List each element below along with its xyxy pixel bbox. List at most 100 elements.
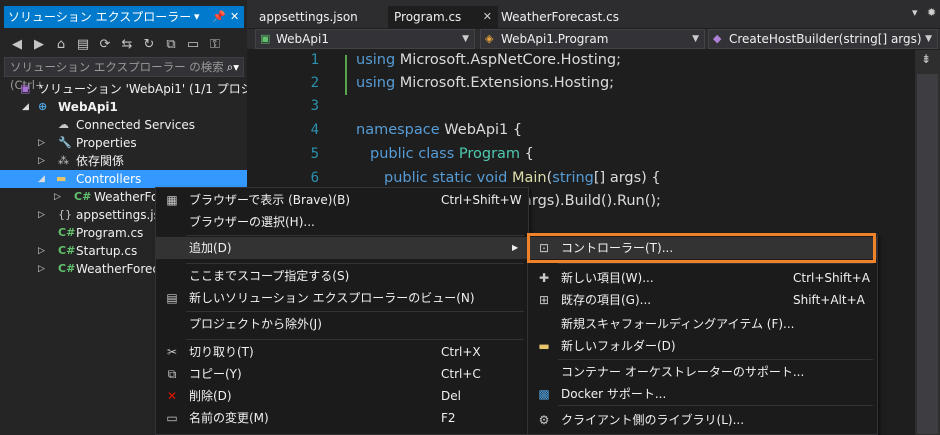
code-line[interactable]: namespace WebApi1 { (356, 122, 522, 138)
tree-item-project[interactable]: ◢ ⊕ WebApi1 (0, 98, 247, 116)
collapsed-arrow-icon[interactable]: ▷ (38, 242, 45, 260)
search-icon[interactable]: ⌕▾ (227, 58, 239, 76)
collapsed-arrow-icon[interactable]: ▷ (38, 152, 45, 170)
show-all-files-icon[interactable]: ▭ (184, 37, 202, 52)
solution-explorer-toolbar: ◀ ▶ ⌂ ▤ ⟳ ⇆ ↻ ⧉ ▭ ⚿ (4, 30, 244, 58)
menu-item-label: コンテナー オーケストレーターのサポート... (561, 365, 805, 379)
home-icon[interactable]: ⌂ (52, 37, 70, 52)
collapse-all-icon[interactable]: ⧉ (162, 37, 180, 52)
menu-separator (186, 311, 524, 312)
sync-icon[interactable]: ⇆ (118, 37, 136, 52)
code-token: public (384, 170, 428, 186)
menu-item[interactable]: ✚ 新しい項目(W)... Ctrl+Shift+A (528, 267, 877, 289)
close-tab-icon[interactable]: ✕ (483, 6, 492, 28)
close-icon[interactable]: ✕ (230, 6, 239, 28)
properties-icon[interactable]: ⚿ (206, 37, 224, 52)
menu-item-label: ブラウザーの選択(H)... (189, 215, 315, 229)
scrollbar-track[interactable] (917, 74, 938, 434)
code-line[interactable]: using Microsoft.Extensions.Hosting; (356, 75, 614, 91)
expanded-arrow-icon[interactable]: ◢ (38, 170, 45, 188)
menu-item[interactable]: ✂ 切り取り(T) Ctrl+X (156, 341, 528, 363)
menu-item[interactable]: ⧉ コピー(Y) Ctrl+C (156, 363, 528, 385)
dropdown-arrow-icon[interactable]: ▾ (194, 6, 200, 28)
menu-item-shortcut: F2 (441, 411, 456, 425)
menu-item[interactable]: 追加(D) ▶ (156, 237, 528, 259)
gear-icon[interactable]: ✹ (927, 6, 936, 19)
code-token: static (432, 170, 473, 186)
member-dropdown[interactable]: ◆ CreateHostBuilder(string[] args) ▼ (708, 29, 938, 49)
menu-item[interactable]: ブラウザーの選択(H)... (156, 211, 528, 233)
code-token: class (418, 146, 455, 162)
menu-item-shortcut: Ctrl+X (441, 345, 481, 359)
code-line[interactable]: args).Build().Run(); (523, 193, 661, 209)
menu-item[interactable]: ▭ 名前の変更(M) F2 (156, 407, 528, 429)
solution-search-input[interactable]: ソリューション エクスプローラー の検索 (Ctrl+ ⌕▾ (4, 57, 244, 92)
menu-item-label: プロジェクトから除外(J) (189, 317, 322, 331)
tab-weatherforecast[interactable]: WeatherForecast.cs (495, 6, 645, 28)
back-icon[interactable]: ◀ (8, 37, 26, 52)
code-token: using (356, 52, 396, 68)
menu-item[interactable]: プロジェクトから除外(J) (156, 313, 528, 335)
forward-icon[interactable]: ▶ (30, 37, 48, 52)
collapsed-arrow-icon[interactable]: ▷ (38, 260, 45, 278)
code-token: Microsoft.Extensions.Hosting; (395, 75, 615, 91)
tree-item-controllers[interactable]: ◢ ▬ Controllers (0, 170, 247, 188)
menu-item[interactable]: ▬ 新しいフォルダー(D) (528, 335, 877, 357)
menu-item[interactable]: ▩ Docker サポート... (528, 383, 877, 405)
tree-item-properties[interactable]: ▷ 🔧 Properties (0, 134, 247, 152)
collapsed-arrow-icon[interactable]: ▷ (38, 134, 45, 152)
tab-appsettings[interactable]: appsettings.json (253, 6, 389, 28)
menu-item-label: 新しいフォルダー(D) (561, 339, 676, 353)
menu-item[interactable]: ⊞ 既存の項目(G)... Shift+Alt+A (528, 289, 877, 311)
code-token: WebApi1 { (439, 122, 523, 138)
collapsed-arrow-icon[interactable]: ▷ (54, 188, 61, 206)
submenu-arrow-icon: ▶ (512, 243, 519, 252)
refresh-icon[interactable]: ↻ (140, 37, 158, 52)
code-token: void (476, 170, 508, 186)
menu-item[interactable]: ⚙ クライアント側のライブラリ(L)... (528, 409, 877, 431)
code-line[interactable]: public class Program { (370, 146, 534, 162)
code-line[interactable]: using Microsoft.AspNetCore.Hosting; (356, 52, 621, 68)
pin-icon[interactable]: 📌 (212, 6, 226, 28)
existing-item-icon: ⊞ (538, 293, 550, 307)
chevron-down-icon: ▼ (925, 34, 932, 44)
csharp-project-icon: ▣ (260, 32, 271, 45)
menu-separator (558, 359, 873, 360)
menu-item[interactable]: ✕ 削除(D) Del (156, 385, 528, 407)
menu-item-label: 新しいソリューション エクスプローラーのビュー(N) (189, 291, 475, 305)
project-dropdown[interactable]: ▣ WebApi1 ▼ (255, 29, 475, 49)
code-token: public (370, 146, 414, 162)
switch-views-icon[interactable]: ▤ (74, 37, 92, 52)
new-folder-icon: ▬ (538, 339, 550, 353)
tree-item-solution[interactable]: ▣ ソリューション 'WebApi1' (1/1 プロジェクト) (0, 80, 247, 98)
menu-item[interactable]: ▦ ブラウザーで表示 (Brave)(B) Ctrl+Shift+W (156, 189, 528, 211)
menu-item-shortcut: Shift+Alt+A (793, 293, 865, 307)
panel-title: ソリューション エクスプローラー (8, 10, 192, 24)
tree-item-dependencies[interactable]: ▷ ⁂ 依存関係 (0, 152, 247, 170)
menu-item-label: 既存の項目(G)... (561, 293, 652, 307)
menu-item[interactable]: コンテナー オーケストレーターのサポート... (528, 361, 877, 383)
chevron-down-icon: ▼ (462, 34, 469, 44)
menu-item[interactable]: 新規スキャフォールディングアイテム (F)... (528, 313, 877, 335)
new-item-icon: ✚ (538, 271, 550, 285)
scissors-icon: ✂ (166, 345, 178, 359)
history-icon[interactable]: ⟳ (96, 37, 114, 52)
line-number: 4 (310, 122, 319, 138)
connected-services-icon: ☁ (58, 118, 69, 131)
menu-item[interactable]: ▤ 新しいソリューション エクスプローラーのビュー(N) (156, 287, 528, 309)
tab-program[interactable]: Program.cs ✕ (388, 6, 498, 28)
collapsed-arrow-icon[interactable]: ▷ (38, 206, 45, 224)
type-dropdown[interactable]: ◈ WebApi1.Program ▼ (480, 29, 705, 49)
code-line[interactable]: public static void Main(string[] args) { (384, 170, 661, 186)
menu-item[interactable]: ここまでスコープ指定する(S) (156, 265, 528, 287)
menu-item-shortcut: Del (441, 389, 461, 403)
tree-item-connected-services[interactable]: ☁ Connected Services (0, 116, 247, 134)
navigation-bar: ▣ WebApi1 ▼ ◈ WebApi1.Program ▼ ◆ Create… (247, 29, 940, 49)
menu-item-label: 新しい項目(W)... (561, 271, 654, 285)
expanded-arrow-icon[interactable]: ◢ (22, 98, 29, 116)
tab-list-dropdown-icon[interactable]: ▾ (912, 6, 918, 19)
csharp-icon: C# (58, 244, 76, 257)
split-icon[interactable]: ⇟ (921, 52, 931, 66)
menu-item-label: ここまでスコープ指定する(S) (189, 269, 350, 283)
vertical-scrollbar[interactable]: ⇟ (915, 50, 940, 435)
